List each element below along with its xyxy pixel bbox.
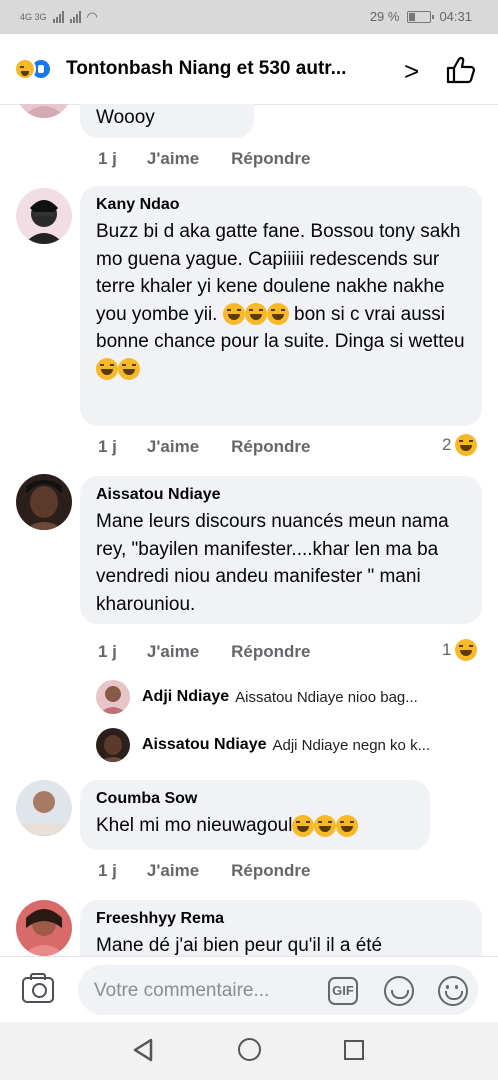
comment-text: Mane dé j'ai bien peur qu'il il a été [96, 935, 383, 956]
reaction-count[interactable]: 2 [442, 434, 478, 456]
signal-icon-2 [69, 11, 81, 23]
avatar[interactable] [16, 900, 72, 956]
like-button[interactable]: J'aime [147, 642, 199, 662]
chevron-right-icon[interactable]: > [404, 56, 419, 87]
reply-author[interactable]: Aissatou Ndiaye [142, 736, 266, 754]
commenter-name[interactable]: Kany Ndao [96, 196, 466, 214]
avatar[interactable] [16, 188, 72, 244]
like-button[interactable]: J'aime [147, 861, 199, 881]
comments-feed[interactable]: Woooy 1 j J'aime Répondre Kany Ndao Buzz… [0, 104, 498, 956]
avatar[interactable] [16, 780, 72, 836]
clock: 04:31 [439, 9, 472, 24]
gif-icon[interactable]: GIF [328, 977, 358, 1005]
reply-button[interactable]: Répondre [231, 437, 310, 457]
comment-text: Khel mi mo nieuwagoul [96, 812, 414, 840]
comment-bubble[interactable]: Freeshhyy Rema Mane dé j'ai bien peur qu… [80, 900, 482, 956]
recent-apps-icon[interactable] [344, 1040, 364, 1060]
comment-placeholder: Votre commentaire... [94, 980, 270, 1001]
laughing-emoji-icon [96, 358, 118, 381]
avatar[interactable] [96, 680, 130, 714]
laughing-emoji-icon [336, 814, 359, 837]
laughing-emoji-icon [266, 303, 289, 326]
avatar[interactable] [16, 104, 72, 118]
back-icon[interactable] [132, 1038, 154, 1062]
commenter-name[interactable]: Aissatou Ndiaye [96, 486, 466, 504]
emoji-icon[interactable] [438, 976, 468, 1006]
comment-bubble[interactable]: Coumba Sow Khel mi mo nieuwagoul [80, 780, 430, 850]
reaction-icons [14, 58, 52, 80]
avatar[interactable] [16, 474, 72, 530]
comment-bubble[interactable]: Woooy [80, 104, 254, 138]
comment-actions: 1 j J'aime Répondre [98, 861, 343, 881]
comment-time: 1 j [98, 642, 117, 661]
reaction-count-value: 2 [442, 435, 452, 454]
reply-text: Adji Ndiaye negn ko k... [272, 736, 431, 754]
comment-text: Woooy [96, 107, 155, 128]
like-button[interactable]: J'aime [147, 149, 199, 169]
system-nav-bar [0, 1022, 498, 1080]
comment-time: 1 j [98, 149, 117, 168]
comment-text: Mane leurs discours nuancés meun nama re… [96, 511, 449, 615]
status-right: 29 % 04:31 [370, 9, 472, 24]
laughing-emoji-icon [314, 814, 337, 837]
comment-text: Buzz bi d aka gatte fane. Bossou tony sa… [96, 218, 466, 383]
comment-time: 1 j [98, 861, 117, 880]
laughing-emoji-icon [244, 303, 267, 326]
haha-reaction-icon [455, 434, 478, 456]
comment-text-main: Khel mi mo nieuwagoul [96, 815, 293, 836]
haha-reaction-icon [455, 639, 478, 661]
laughing-emoji-icon [292, 814, 315, 837]
comment-composer: Votre commentaire... GIF [0, 956, 498, 1022]
commenter-name[interactable]: Coumba Sow [96, 790, 414, 808]
signal-icon [52, 11, 64, 23]
reactions-summary[interactable]: Tontonbash Niang et 530 autr... [66, 58, 346, 80]
reply-button[interactable]: Répondre [231, 861, 310, 881]
reaction-count[interactable]: 1 [442, 639, 478, 661]
reply-text: Aissatou Ndiaye nioo bag... [235, 688, 418, 706]
signal-indicators: 4G 3G ◠ [20, 9, 98, 25]
comment-actions: 1 j J'aime Répondre [98, 642, 343, 662]
reply-preview[interactable]: Aissatou Ndiaye Adji Ndiaye negn ko k... [142, 736, 430, 754]
comment-bubble[interactable]: Kany Ndao Buzz bi d aka gatte fane. Boss… [80, 186, 482, 426]
laughing-emoji-icon [118, 358, 140, 381]
sticker-icon[interactable] [384, 976, 414, 1006]
signal-text: 4G 3G [20, 12, 47, 22]
comment-time: 1 j [98, 437, 117, 456]
comment-bubble[interactable]: Aissatou Ndiaye Mane leurs discours nuan… [80, 476, 482, 624]
comment-input[interactable]: Votre commentaire... GIF [78, 965, 478, 1015]
avatar[interactable] [96, 728, 130, 762]
comment-actions: 1 j J'aime Répondre [98, 437, 343, 457]
status-bar: 4G 3G ◠ 29 % 04:31 [0, 0, 498, 34]
reply-preview[interactable]: Adji Ndiaye Aissatou Ndiaye nioo bag... [142, 688, 418, 706]
camera-icon[interactable] [22, 973, 54, 1003]
laughing-emoji-icon [222, 303, 245, 326]
commenter-name[interactable]: Freeshhyy Rema [96, 910, 466, 928]
haha-reaction-icon [14, 58, 36, 80]
battery-percent: 29 % [369, 9, 400, 24]
battery-icon [407, 10, 435, 23]
home-icon[interactable] [238, 1038, 261, 1061]
reply-button[interactable]: Répondre [231, 149, 310, 169]
reply-author[interactable]: Adji Ndiaye [142, 688, 229, 706]
reaction-count-value: 1 [442, 640, 452, 659]
reply-button[interactable]: Répondre [231, 642, 310, 662]
comment-actions: 1 j J'aime Répondre [98, 149, 343, 169]
reactions-header[interactable]: Tontonbash Niang et 530 autr... > [0, 34, 498, 104]
thumbs-up-icon[interactable] [446, 56, 476, 84]
like-button[interactable]: J'aime [147, 437, 199, 457]
wifi-icon: ◠ [86, 9, 98, 24]
